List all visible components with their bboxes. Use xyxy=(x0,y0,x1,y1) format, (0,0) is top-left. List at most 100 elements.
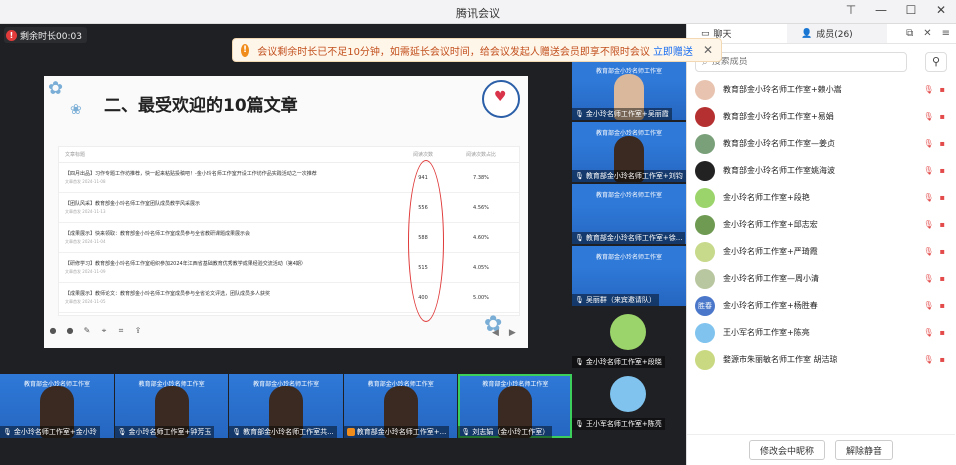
window-title: 腾讯会议 xyxy=(456,7,500,20)
avatar xyxy=(695,349,715,370)
pen-icon[interactable]: ✎ xyxy=(82,326,92,336)
article-date: 文章首发 2024-11-05 xyxy=(65,299,106,304)
muted-mic-icon: 🎙 xyxy=(923,328,934,337)
side-panel: ▭聊天 👤成员(26) ⧉ ✕ ≡ ⌕ ⚲ 教育部金小玲名师工作室+赖小嵩🎙▪ … xyxy=(686,24,956,465)
member-item[interactable]: 金小玲名师工作室—周小清 🎙 ▪ xyxy=(687,265,955,292)
video-tile[interactable]: 教育部金小玲名师工作室 🎙 吴丽群（来宾邀请队） xyxy=(572,246,686,306)
member-item[interactable]: 王小军名师工作室+陈亮 🎙 ▪ xyxy=(687,319,955,346)
member-item[interactable]: 教育部金小玲名师工作室姚海波 🎙 ▪ xyxy=(687,157,955,184)
video-tile[interactable]: 教育部金小玲名师工作室 教育部金小玲名师工作室+... xyxy=(343,374,458,438)
participant-name: 刘志娟（金小玲工作室） xyxy=(472,428,550,436)
member-item[interactable]: 教育部金小玲名师工作室—姜贞 🎙 ▪ xyxy=(687,130,955,157)
muted-mic-icon: 🎙 xyxy=(923,301,934,310)
video-tile[interactable]: 教育部金小玲名师工作室 🎙 金小玲名师工作室+钟芳玉 xyxy=(114,374,229,438)
member-item[interactable]: 金小玲名师工作室+段艳 🎙 ▪ xyxy=(687,184,955,211)
participant-name: 金小玲名师工作室+钟芳玉 xyxy=(128,428,212,436)
unmute-all-button[interactable]: 解除静音 xyxy=(835,440,894,460)
shared-slide: ✿ ❀ 二、最受欢迎的10篇文章 文章标题 阅读次数 阅读次数占比 【四月出品】… xyxy=(44,76,528,348)
rename-button[interactable]: 修改会中昵称 xyxy=(748,440,825,460)
minimize-icon[interactable]: — xyxy=(872,3,890,17)
table-row: 【成果展示】快来领取：教育部金小玲名师工作室成员参与全省教研课题成果展示会 文章首… xyxy=(59,223,519,253)
table-row: 【研修学习】教育部金小玲名师工作室组织参加2024年江西省基础教育优秀教学成果经… xyxy=(59,253,519,283)
camera-icon: ▪ xyxy=(939,274,945,283)
member-item[interactable]: 金小玲名师工作室+严琦霞 🎙 ▪ xyxy=(687,238,955,265)
mic-icon: 🎙 xyxy=(232,428,242,436)
warning-icon: ! xyxy=(241,43,250,57)
video-tile[interactable]: 🎙 金小玲名师工作室+段晓 xyxy=(572,308,686,368)
crop-icon[interactable]: ⌗ xyxy=(116,326,126,336)
member-search: ⌕ xyxy=(695,52,907,72)
notice-close-icon[interactable]: ✕ xyxy=(703,43,713,57)
close-panel-icon[interactable]: ✕ xyxy=(923,28,931,39)
member-item[interactable]: 教育部金小玲名师工作室+赖小嵩 🎙 ▪ xyxy=(687,76,955,103)
member-status: 🎙 ▪ xyxy=(923,301,945,310)
camera-icon: ▪ xyxy=(939,328,945,337)
menu-icon[interactable]: ≡ xyxy=(942,28,950,39)
video-tile[interactable]: 教育部金小玲名师工作室 🎙 教育部金小玲名师工作室+刘钧 xyxy=(572,122,686,182)
tab-members[interactable]: 👤 成员(26) xyxy=(787,24,887,43)
mic-icon: 🎙 xyxy=(575,172,584,180)
article-title: 【四月出品】习作专题工作坊推荐，快一起来粘贴投稿吧！-金小玲名师工作室开设工作坊… xyxy=(65,171,317,177)
mic-icon: 🎙 xyxy=(575,110,584,118)
video-tile[interactable]: 教育部金小玲名师工作室 🎙 金小玲名师工作室+吴丽霞 xyxy=(572,60,686,120)
gift-now-link[interactable]: 立即赠送 xyxy=(653,43,693,58)
avatar xyxy=(695,214,715,235)
popout-icon[interactable]: ⧉ xyxy=(906,28,913,39)
video-tile[interactable]: 教育部金小玲名师工作室 🎙 金小玲名师工作室+金小玲 xyxy=(0,374,114,438)
muted-mic-icon: 🎙 xyxy=(923,355,934,364)
member-item[interactable]: 教育部金小玲名师工作室+易娟 🎙 ▪ xyxy=(687,103,955,130)
add-user-icon: ⚲ xyxy=(931,55,941,68)
slide-logo xyxy=(482,80,520,118)
video-tile-active-speaker[interactable]: 教育部金小玲名师工作室 🎙 刘志娟（金小玲工作室） xyxy=(458,374,572,438)
pause-icon[interactable]: ● xyxy=(65,326,75,336)
bottom-video-strip: 教育部金小玲名师工作室 🎙 金小玲名师工作室+金小玲 教育部金小玲名师工作室 🎙 金… xyxy=(0,374,572,438)
member-item[interactable]: 胜春 金小玲名师工作室+杨胜春 🎙 ▪ xyxy=(687,292,955,319)
invite-member-button[interactable]: ⚲ xyxy=(925,52,947,72)
notice-text: 会议剩余时长已不足10分钟，如需延长会议时间，给会议发起人赠送会员即享不限时会议 xyxy=(257,46,650,58)
stop-icon[interactable]: ● xyxy=(48,326,58,336)
close-icon[interactable]: ✕ xyxy=(932,3,950,17)
avatar: 胜春 xyxy=(695,295,715,316)
member-name: 教育部金小玲名师工作室—姜贞 xyxy=(723,139,835,148)
search-input[interactable] xyxy=(711,57,892,67)
member-item[interactable]: 金小玲名师工作室+邱志宏 🎙 ▪ xyxy=(687,211,955,238)
video-tile[interactable]: 🎙 王小军名师工作室+陈亮 xyxy=(572,370,686,430)
member-item[interactable]: 婺源市朱丽敏名师工作室 胡洁琼 🎙 ▪ xyxy=(687,346,955,373)
article-date: 文章首发 2024-11-08 xyxy=(65,179,106,184)
next-page-icon[interactable]: ▶ xyxy=(509,328,516,338)
select-icon[interactable]: ⌖ xyxy=(99,326,109,336)
muted-mic-icon: 🎙 xyxy=(923,193,934,202)
tile-caption: 🎙 金小玲名师工作室+段晓 xyxy=(572,356,665,368)
annotation-toolbar: ● ● ✎ ⌖ ⌗ ⇪ xyxy=(48,326,143,336)
avatar xyxy=(695,79,715,100)
prev-page-icon[interactable]: ◀ xyxy=(492,328,499,338)
window-controls: ⊤ — ☐ ✕ xyxy=(842,3,950,17)
tile-caption: 🎙 金小玲名师工作室+钟芳玉 xyxy=(114,426,215,438)
article-title: 【成果展示】教师论文：教育部金小玲名师工作室成员参与全省论文评选，团队成员多人获… xyxy=(65,291,271,297)
member-name: 金小玲名师工作室+严琦霞 xyxy=(723,247,818,256)
pin-icon[interactable]: ⊤ xyxy=(842,3,860,17)
tab-members-label: 成员(26) xyxy=(816,30,853,40)
video-tile[interactable]: 教育部金小玲名师工作室 🎙 教育部金小玲名师工作室共... xyxy=(229,374,343,438)
panel-footer: 修改会中昵称 解除静音 xyxy=(687,434,955,465)
participant-name: 金小玲名师工作室+吴丽霞 xyxy=(585,110,669,118)
tile-caption: 🎙 刘志娟（金小玲工作室） xyxy=(458,426,553,438)
tile-caption: 🎙 教育部金小玲名师工作室+刘钧 xyxy=(572,170,686,182)
participant-avatar xyxy=(610,376,646,412)
member-status: 🎙 ▪ xyxy=(923,328,945,337)
panel-tabs: ▭ 聊天 👤 成员(26) ⧉ ✕ ≡ xyxy=(687,24,956,44)
member-name: 王小军名师工作室+陈亮 xyxy=(723,328,810,337)
participant-name: 教育部金小玲名师工作室+刘钧 xyxy=(585,172,683,180)
article-title: 【研修学习】教育部金小玲名师工作室组织参加2024年江西省基础教育优秀教学成果经… xyxy=(65,261,306,267)
member-list: 教育部金小玲名师工作室+赖小嵩 🎙 ▪ 教育部金小玲名师工作室+易娟 🎙 ▪ 教育部金小… xyxy=(687,76,955,436)
mic-icon: 🎙 xyxy=(575,234,584,242)
mic-icon: 🎙 xyxy=(461,428,471,436)
slide-title: 二、最受欢迎的10篇文章 xyxy=(104,96,298,116)
read-ratio: 4.60% xyxy=(473,234,489,241)
video-tile[interactable]: 教育部金小玲名师工作室 🎙 教育部金小玲名师工作室+徐... xyxy=(572,184,686,244)
side-video-list: 教育部金小玲名师工作室 🎙 金小玲名师工作室+吴丽霞 教育部金小玲名师工作室 🎙 教… xyxy=(572,60,686,432)
table-row: 【四月出品】习作专题工作坊推荐，快一起来粘贴投稿吧！-金小玲名师工作室开设工作坊… xyxy=(59,163,519,193)
share-icon[interactable]: ⇪ xyxy=(133,326,143,336)
maximize-icon[interactable]: ☐ xyxy=(902,3,920,17)
avatar xyxy=(695,160,715,181)
